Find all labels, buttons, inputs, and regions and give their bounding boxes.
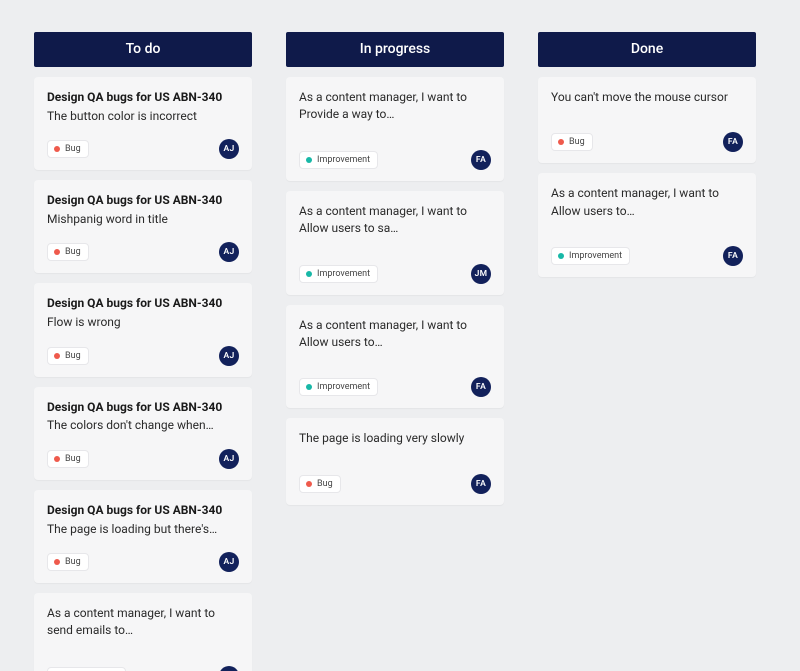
card-footer: Improvement JM <box>299 264 491 284</box>
tag-improvement: Improvement <box>299 151 378 169</box>
card-title: Design QA bugs for US ABN-340 <box>47 89 239 106</box>
tag-bug: Bug <box>551 133 593 151</box>
card[interactable]: The page is loading very slowly Bug FA <box>286 418 504 504</box>
column-header-done: Done <box>538 32 756 67</box>
card-description: Mishpanig word in title <box>47 211 239 228</box>
tag-bug: Bug <box>47 347 89 365</box>
card-footer: Bug FA <box>551 132 743 152</box>
card-footer: Bug AJ <box>47 139 239 159</box>
card-footer: Improvement FA <box>299 377 491 397</box>
tag-improvement: Improvement <box>299 378 378 396</box>
card-description: The button color is incorrect <box>47 108 239 125</box>
tag-improvement: Improvement <box>47 667 126 671</box>
column-todo: To do Design QA bugs for US ABN-340 The bu… <box>34 32 252 671</box>
kanban-board: To do Design QA bugs for US ABN-340 The bu… <box>0 0 800 671</box>
tag-label: Bug <box>569 137 585 147</box>
avatar[interactable]: AJ <box>219 449 239 469</box>
card[interactable]: As a content manager, I want to Provide … <box>286 77 504 181</box>
card[interactable]: As a content manager, I want to Allow us… <box>286 305 504 409</box>
card-footer: Bug AJ <box>47 346 239 366</box>
card-description: As a content manager, I want to Allow us… <box>299 203 491 238</box>
card-title: Design QA bugs for US ABN-340 <box>47 502 239 519</box>
avatar[interactable]: AJ <box>219 139 239 159</box>
tag-label: Bug <box>65 144 81 154</box>
card[interactable]: As a content manager, I want to send ema… <box>34 593 252 671</box>
improvement-dot-icon <box>306 157 312 163</box>
card-description: Flow is wrong <box>47 314 239 331</box>
bug-dot-icon <box>558 139 564 145</box>
column-header-todo: To do <box>34 32 252 67</box>
tag-improvement: Improvement <box>551 247 630 265</box>
card-description: The colors don't change when… <box>47 417 239 434</box>
card-footer: Bug AJ <box>47 242 239 262</box>
card[interactable]: Design QA bugs for US ABN-340 Mishpanig w… <box>34 180 252 273</box>
tag-bug: Bug <box>47 140 89 158</box>
card[interactable]: Design QA bugs for US ABN-340The colors … <box>34 387 252 480</box>
card[interactable]: Design QA bugs for US ABN-340 The button … <box>34 77 252 170</box>
card-description: As a content manager, I want to Provide … <box>299 89 491 124</box>
card-footer: Improvement FA <box>551 246 743 266</box>
tag-label: Improvement <box>317 382 370 392</box>
bug-dot-icon <box>306 481 312 487</box>
bug-dot-icon <box>54 353 60 359</box>
card-title: Design QA bugs for US ABN-340 <box>47 399 239 416</box>
tag-bug: Bug <box>299 475 341 493</box>
avatar[interactable]: JG <box>219 666 239 671</box>
bug-dot-icon <box>54 559 60 565</box>
bug-dot-icon <box>54 456 60 462</box>
improvement-dot-icon <box>306 271 312 277</box>
bug-dot-icon <box>54 146 60 152</box>
card-footer: Bug AJ <box>47 449 239 469</box>
column-done: Done You can't move the mouse cursor Bug FA… <box>538 32 756 277</box>
card-description: As a content manager, I want to Allow us… <box>299 317 491 352</box>
tag-label: Bug <box>65 454 81 464</box>
tag-improvement: Improvement <box>299 265 378 283</box>
card-title: Design QA bugs for US ABN-340 <box>47 295 239 312</box>
tag-label: Improvement <box>317 269 370 279</box>
card-title: Design QA bugs for US ABN-340 <box>47 192 239 209</box>
card-description: You can't move the mouse cursor <box>551 89 743 106</box>
card-footer: Improvement FA <box>299 150 491 170</box>
tag-bug: Bug <box>47 450 89 468</box>
improvement-dot-icon <box>306 384 312 390</box>
avatar[interactable]: AJ <box>219 346 239 366</box>
card[interactable]: You can't move the mouse cursor Bug FA <box>538 77 756 163</box>
tag-label: Bug <box>65 247 81 257</box>
avatar[interactable]: AJ <box>219 242 239 262</box>
column-inprogress: In progress As a content manager, I want … <box>286 32 504 505</box>
column-header-inprogress: In progress <box>286 32 504 67</box>
card-description: As a content manager, I want to send ema… <box>47 605 239 640</box>
avatar[interactable]: JM <box>471 264 491 284</box>
avatar[interactable]: FA <box>471 150 491 170</box>
improvement-dot-icon <box>558 253 564 259</box>
card-footer: Improvement JG <box>47 666 239 671</box>
tag-label: Bug <box>65 557 81 567</box>
tag-bug: Bug <box>47 243 89 261</box>
card[interactable]: As a content manager, I want to Allow us… <box>538 173 756 277</box>
avatar[interactable]: FA <box>723 246 743 266</box>
tag-label: Bug <box>65 351 81 361</box>
bug-dot-icon <box>54 249 60 255</box>
card-description: As a content manager, I want to Allow us… <box>551 185 743 220</box>
avatar[interactable]: FA <box>723 132 743 152</box>
avatar[interactable]: FA <box>471 474 491 494</box>
card-footer: Bug FA <box>299 474 491 494</box>
tag-label: Bug <box>317 479 333 489</box>
avatar[interactable]: AJ <box>219 552 239 572</box>
card[interactable]: Design QA bugs for US ABN-340 Flow is wro… <box>34 283 252 376</box>
card-description: The page is loading but there's… <box>47 521 239 538</box>
card[interactable]: As a content manager, I want to Allow us… <box>286 191 504 295</box>
tag-bug: Bug <box>47 553 89 571</box>
avatar[interactable]: FA <box>471 377 491 397</box>
card-footer: Bug AJ <box>47 552 239 572</box>
card-description: The page is loading very slowly <box>299 430 491 447</box>
tag-label: Improvement <box>569 251 622 261</box>
tag-label: Improvement <box>317 155 370 165</box>
card[interactable]: Design QA bugs for US ABN-340 The page is… <box>34 490 252 583</box>
